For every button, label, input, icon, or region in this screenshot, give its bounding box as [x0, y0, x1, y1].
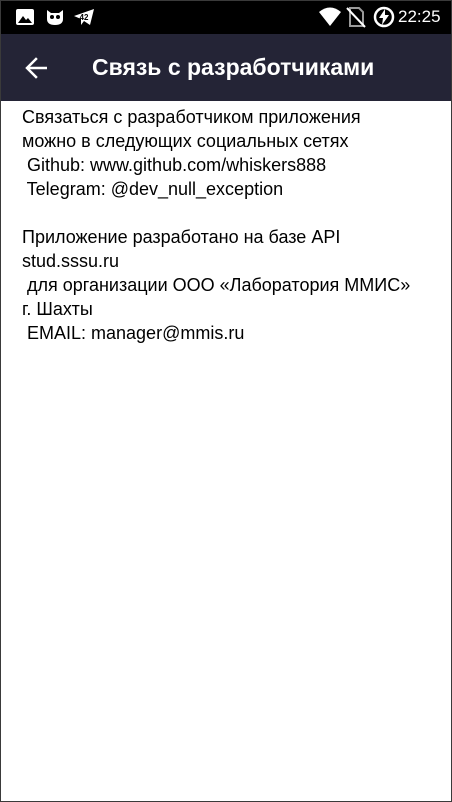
- email-link[interactable]: EMAIL: manager@mmis.ru: [22, 321, 451, 345]
- page-title: Связь с разработчиками: [92, 54, 375, 80]
- github-link[interactable]: Github: www.github.com/whiskers888: [22, 153, 451, 177]
- status-time: 22:25: [398, 7, 441, 26]
- back-button[interactable]: [23, 53, 53, 83]
- battery-charging-icon: [372, 5, 396, 34]
- contact-intro-line-1: Связаться с разработчиком приложения: [22, 107, 361, 127]
- image-icon: [15, 7, 35, 32]
- api-info-line-2: stud.sssu.ru: [22, 251, 120, 271]
- screen: 42 22:25 Связь с разработчиками Связатьс…: [0, 0, 452, 802]
- city-line: г. Шахты: [22, 299, 93, 319]
- status-bar: 42 22:25: [1, 1, 451, 34]
- telegram-link[interactable]: Telegram: @dev_null_exception: [22, 177, 451, 201]
- no-sim-icon: [346, 6, 366, 33]
- contact-info: Связаться с разработчиком приложения мож…: [22, 105, 451, 345]
- telegram-icon: 42: [73, 7, 97, 32]
- owl-icon: [45, 7, 65, 32]
- arrow-back-icon: [25, 57, 47, 79]
- wifi-icon: [318, 6, 342, 33]
- organization-line: для организации ООО «Лаборатория ММИС»: [22, 275, 411, 295]
- notification-badge: 42: [80, 13, 89, 22]
- api-info-line-1: Приложение разработано на базе API: [22, 227, 341, 247]
- app-bar: Связь с разработчиками: [1, 34, 451, 101]
- contact-intro-line-2: можно в следующих социальных сетях: [22, 131, 349, 151]
